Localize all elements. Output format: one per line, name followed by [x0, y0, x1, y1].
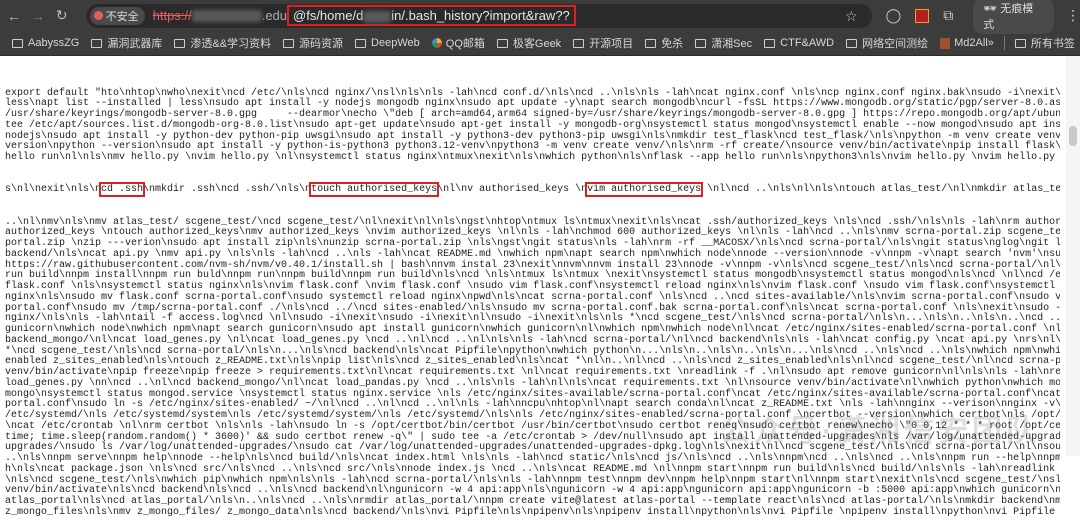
folder-icon [355, 38, 367, 48]
more-bookmarks-button[interactable]: » [988, 37, 994, 49]
bookmark-label: 渗透&&学习资料 [190, 38, 272, 50]
text-segment: \nl\ncd ..\nls\nl\nls\ntouch atlas_test/… [707, 184, 1060, 196]
bookmark-label: 极客Geek [512, 38, 562, 50]
bookmark-geek[interactable]: 极客Geek [496, 35, 562, 51]
star-icon[interactable]: ☆ [845, 8, 858, 25]
text-line: hello run\nl\nls\nmv hello.py \nvim hell… [5, 152, 1056, 163]
bookmark-label: AabyssZG [28, 37, 80, 49]
text-line: backend_mongo/\nl\ncat load_genes.py \nl… [5, 334, 1060, 346]
redacted-user [363, 10, 392, 23]
bookmark-label: 免杀 [661, 38, 684, 50]
bookmark-sec[interactable]: 潇湘Sec [695, 35, 752, 51]
back-icon[interactable]: ← [4, 8, 24, 24]
bookmark-label: QQ邮箱 [445, 38, 485, 50]
highlighted-line: s\nl\nexit\nls\ncd .ssh\nmkdir .ssh\ncd … [5, 182, 1060, 198]
url-text[interactable]: https:// .edu @fs/home/d in/.bash_history… [153, 5, 576, 26]
text-line: backend/\nls\ncat api.py \nmv api.py \nl… [5, 248, 1060, 260]
security-label: 不安全 [105, 10, 139, 23]
warning-icon [93, 11, 103, 20]
bookmark-vuln-arsenal[interactable]: 漏洞武器库 [91, 35, 162, 51]
bookmark-cyberspace[interactable]: 网络空间测绘 [846, 35, 928, 51]
folder-icon [174, 38, 186, 48]
extension-icon[interactable] [915, 8, 930, 23]
bookmark-label: DeepWeb [371, 37, 420, 49]
redacted-host [191, 9, 262, 22]
bookmark-ctf[interactable]: CTF&AWD [764, 37, 834, 49]
folder-icon [846, 38, 858, 48]
forward-icon[interactable]: → [28, 8, 48, 24]
bookmark-opensource[interactable]: 开源项目 [573, 35, 633, 51]
circle-extension-icon[interactable]: ◯ [886, 7, 902, 24]
bookmark-qqmail[interactable]: QQ邮箱 [431, 35, 485, 51]
bookmark-deepweb[interactable]: DeepWeb [355, 37, 420, 49]
bookmark-md2all[interactable]: Md2All [940, 37, 988, 49]
md2all-icon [940, 37, 951, 49]
menu-icon[interactable]: ⋮ [1066, 7, 1080, 24]
text-line: atlas_portal\nls\ncd atlas_portal/\nls\n… [5, 496, 1060, 507]
url-path-highlight: @fs/home/d in/.bash_history?import&raw?? [287, 5, 576, 26]
bookmark-label: 漏洞武器库 [107, 38, 163, 50]
text-line: h\nls\ncat package.json \nls\ncd src/\nl… [5, 463, 1056, 475]
folder-icon [695, 38, 707, 48]
folder-icon [573, 38, 585, 48]
vertical-scrollbar[interactable] [1066, 56, 1080, 456]
folder-icon [12, 38, 23, 48]
bookmark-label: 源码资源 [299, 38, 344, 50]
security-indicator[interactable]: 不安全 [89, 6, 145, 25]
folder-icon [1014, 38, 1026, 48]
qq-mail-icon [431, 38, 442, 48]
text-line: \nls\ncd scgene_test/\nls\nwhich pip\nwh… [5, 474, 1060, 486]
all-bookmarks-button[interactable]: 所有书签 [1014, 35, 1075, 51]
text-line: load_genes.py \nn\ncd ..\nl\ncd backend_… [5, 377, 1060, 389]
bookmark-aabysszg[interactable]: AabyssZG [12, 37, 79, 49]
reload-icon[interactable]: ↻ [52, 7, 72, 24]
text-segment: \nmkdir .ssh\ncd .ssh/\nls\n [143, 184, 312, 196]
scrollbar-thumb[interactable] [1069, 126, 1077, 146]
bookmark-av-evasion[interactable]: 免杀 [645, 35, 683, 51]
bookmark-source[interactable]: 源码资源 [283, 35, 343, 51]
bookmark-label: 开源项目 [589, 38, 634, 50]
incognito-button[interactable]: 🕶 无痕模式 [973, 0, 1054, 34]
divider [1003, 36, 1005, 50]
puzzle-icon[interactable]: ⧉ [943, 7, 953, 24]
text-line: z_mongo_files\nls\nmv z_mongo_files/ z_m… [5, 506, 1056, 518]
bookmark-label: 网络空间测绘 [862, 38, 929, 50]
highlight-cd-ssh: cd .ssh [99, 182, 146, 198]
highlight-vim-keys: vim authorised_keys [585, 182, 704, 198]
bookmark-label: Md2All [954, 37, 988, 49]
text-line: tee /etc/apt/sources.list.d/mongodb-org-… [5, 119, 1060, 131]
highlight-touch-keys: touch authorised_keys [309, 182, 440, 198]
raw-file-content: export default "hto\nhtop\nwho\nexit\ncd… [5, 67, 1060, 529]
bookmark-label: CTF&AWD [780, 37, 835, 49]
bookmark-pentest[interactable]: 渗透&&学习资料 [174, 35, 271, 51]
url-host-suffix: .edu [261, 8, 288, 23]
folder-icon [645, 38, 657, 48]
folder-icon [283, 38, 295, 48]
url-scheme: https:// [152, 8, 192, 23]
address-bar[interactable]: 不安全 https:// .edu @fs/home/d in/.bash_his… [85, 3, 872, 28]
text-line: nginx\nls\nsudo mv flask.conf scrna-port… [5, 291, 1060, 303]
text-segment: s\nl\nexit\nls\n [5, 184, 102, 196]
folder-icon [91, 38, 103, 48]
watermark: 公众号·潇湘信安团队 [720, 415, 1040, 448]
incognito-icon: 🕶 [983, 2, 1001, 15]
bookmark-label: 所有书签 [1030, 38, 1075, 50]
url-path-end: in/.bash_history?import&raw?? [391, 8, 570, 23]
text-segment: \nl\nv authorised_keys \n [437, 184, 588, 196]
bookmark-label: 潇湘Sec [711, 38, 753, 50]
text-line: venv/bin/activate\nls\ncd backend\nls\nc… [5, 485, 1060, 497]
bookmarks-bar: AabyssZG 漏洞武器库 渗透&&学习资料 源码资源 DeepWeb QQ邮… [0, 31, 1080, 56]
url-path-start: @fs/home/d [293, 8, 364, 23]
browser-toolbar: ← → ↻ 不安全 https:// .edu @fs/home/d in/.ba… [0, 0, 1080, 34]
folder-icon [764, 38, 776, 48]
folder-icon [496, 38, 508, 48]
